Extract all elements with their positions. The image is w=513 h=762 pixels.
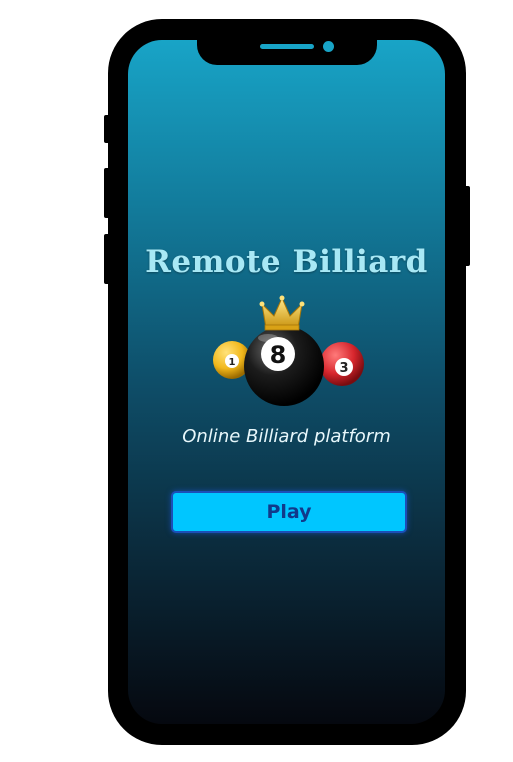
app-title: Remote Billiard xyxy=(145,244,428,280)
front-camera xyxy=(323,41,334,52)
crown-icon xyxy=(259,295,305,331)
page: Remote Billiard 1 3 8 Online Billiard pl… xyxy=(0,0,513,762)
svg-text:8: 8 xyxy=(270,341,287,369)
mute-switch xyxy=(104,115,110,143)
ball-3-icon: 3 xyxy=(320,342,364,386)
app-tagline: Online Billiard platform xyxy=(182,426,391,447)
play-button[interactable]: Play xyxy=(171,491,407,533)
volume-down-button xyxy=(104,234,110,284)
svg-text:3: 3 xyxy=(339,361,348,376)
svg-text:1: 1 xyxy=(229,357,236,368)
billiard-balls-crown-icon: 1 3 8 xyxy=(210,292,370,410)
power-button xyxy=(464,186,470,266)
volume-up-button xyxy=(104,168,110,218)
speaker-grille xyxy=(260,44,314,49)
phone-notch xyxy=(197,38,377,65)
ball-8-icon: 8 xyxy=(244,326,324,406)
